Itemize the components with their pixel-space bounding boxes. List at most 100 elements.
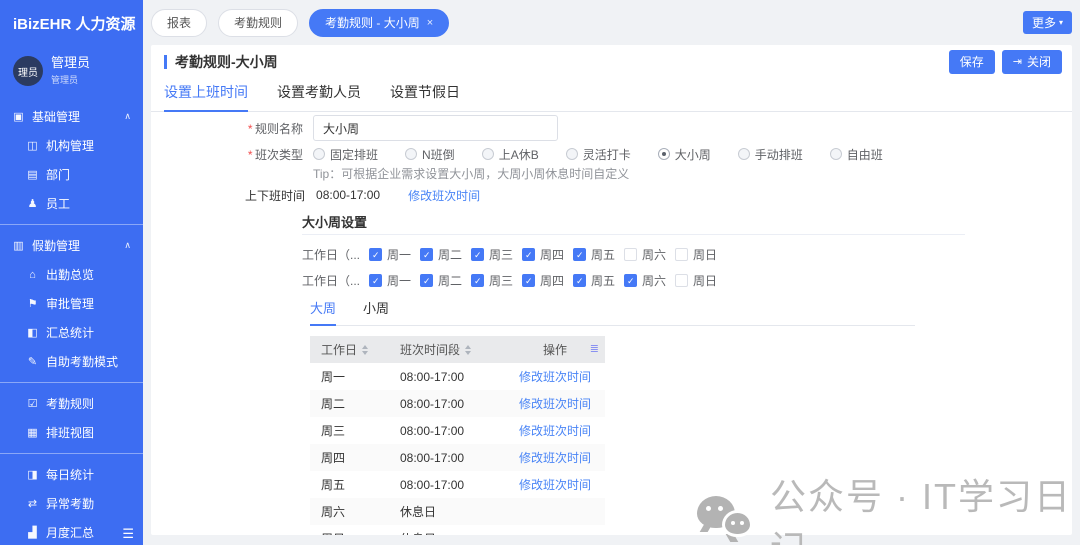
column-header-workday[interactable]: 工作日	[310, 341, 400, 358]
radio-work-a-rest-b[interactable]: 上A休B	[482, 146, 539, 163]
checkbox-sun[interactable]: 周日	[675, 272, 726, 289]
checkbox-sun[interactable]: 周日	[675, 246, 726, 263]
sidebar-item-employee[interactable]: ♟员工	[0, 189, 143, 218]
radio-flexible-punch[interactable]: 灵活打卡	[566, 146, 631, 163]
modify-shift-time-link[interactable]: 修改班次时间	[519, 370, 591, 384]
checkbox-label: 周一	[387, 246, 411, 263]
checkbox-icon	[522, 274, 535, 287]
sidebar-item-label: 异常考勤	[46, 495, 94, 512]
tab-small-week[interactable]: 小周	[363, 298, 389, 325]
bar-chart-icon: ▟	[26, 526, 39, 539]
checkbox-icon	[573, 248, 586, 261]
sidebar-item-daily-statistics[interactable]: ◨每日统计	[0, 460, 143, 489]
checkbox-thu[interactable]: 周四	[522, 272, 573, 289]
table-row-sun: 周日休息日	[310, 525, 605, 535]
close-button[interactable]: ⇥ 关闭	[1002, 50, 1062, 74]
tab-set-attendance-staff[interactable]: 设置考勤人员	[277, 82, 361, 111]
sidebar-item-attendance-overview[interactable]: ⌂出勤总览	[0, 260, 143, 289]
checkbox-tue[interactable]: 周二	[420, 272, 471, 289]
checkbox-label: 周二	[438, 246, 462, 263]
workday-row-label: 工作日（...	[302, 246, 360, 263]
column-header-shift-time-range[interactable]: 班次时间段	[400, 341, 515, 358]
sort-icon[interactable]	[362, 345, 368, 355]
checkbox-wed[interactable]: 周三	[471, 246, 522, 263]
modify-shift-time-link[interactable]: 修改班次时间	[408, 187, 480, 204]
checkbox-fri[interactable]: 周五	[573, 246, 624, 263]
checkbox-icon	[420, 248, 433, 261]
radio-icon	[405, 148, 417, 160]
more-button[interactable]: 更多 ▾	[1023, 11, 1072, 34]
radio-label: 灵活打卡	[583, 146, 631, 163]
modify-shift-time-link[interactable]: 修改班次时间	[519, 397, 591, 411]
sidebar-item-schedule-view[interactable]: ▦排班视图	[0, 418, 143, 447]
checkbox-icon	[675, 248, 688, 261]
table-row-tue: 周二08:00-17:00修改班次时间	[310, 390, 605, 417]
avatar[interactable]: 理员	[13, 56, 43, 86]
sidebar-group-basic-management[interactable]: ▣基础管理∧	[0, 102, 143, 131]
sidebar-item-attendance-rules[interactable]: ☑考勤规则	[0, 389, 143, 418]
modify-shift-time-link[interactable]: 修改班次时间	[519, 451, 591, 465]
cell-workday: 周二	[310, 395, 400, 412]
shift-type-options: 固定排班 N班倒 上A休B 灵活打卡 大小周 手动排班 自由班	[313, 146, 910, 163]
checkbox-mon[interactable]: 周一	[369, 272, 420, 289]
sidebar-item-label: 审批管理	[46, 295, 94, 312]
checkbox-thu[interactable]: 周四	[522, 246, 573, 263]
tab-big-week[interactable]: 大周	[310, 298, 336, 325]
radio-n-shift-rotation[interactable]: N班倒	[405, 146, 455, 163]
card-header: 考勤规则-大小周 保存 ⇥ 关闭	[151, 45, 1072, 78]
radio-free-shift[interactable]: 自由班	[830, 146, 883, 163]
checkbox-fri[interactable]: 周五	[573, 272, 624, 289]
menu-fold-icon[interactable]: ☰	[122, 526, 134, 542]
rule-name-row: *规则名称	[163, 115, 1060, 141]
table-body: 周一08:00-17:00修改班次时间周二08:00-17:00修改班次时间周三…	[310, 363, 605, 535]
radio-big-small-week[interactable]: 大小周	[658, 146, 711, 163]
sidebar-item-department[interactable]: ▤部门	[0, 160, 143, 189]
tab-set-holidays[interactable]: 设置节假日	[390, 82, 460, 111]
cell-action: 修改班次时间	[515, 422, 595, 439]
checkbox-sat[interactable]: 周六	[624, 272, 675, 289]
form-icon: ▥	[12, 239, 25, 252]
sidebar-item-approval-management[interactable]: ⚑ 审批管理	[0, 289, 143, 318]
save-button[interactable]: 保存	[949, 50, 995, 74]
checkbox-label: 周六	[642, 272, 666, 289]
checkbox-mon[interactable]: 周一	[369, 246, 420, 263]
user-profile[interactable]: 理员 管理员 管理员	[13, 56, 143, 86]
sidebar-group-label: 基础管理	[32, 108, 80, 125]
modify-shift-time-link[interactable]: 修改班次时间	[519, 478, 591, 492]
radio-label: 手动排班	[755, 146, 803, 163]
radio-manual-shift[interactable]: 手动排班	[738, 146, 803, 163]
sidebar-item-org-management[interactable]: ◫机构管理	[0, 131, 143, 160]
sidebar-item-self-attendance-mode[interactable]: ✎自助考勤模式	[0, 347, 143, 376]
sidebar-item-summary-statistics[interactable]: ◧汇总统计	[0, 318, 143, 347]
sidebar-item-abnormal-attendance[interactable]: ⇄异常考勤	[0, 489, 143, 518]
exit-icon: ⇥	[1013, 55, 1022, 68]
shift-type-tip: Tip：可根据企业需求设置大小周，大周小周休息时间自定义	[313, 165, 1060, 179]
radio-icon	[738, 148, 750, 160]
tag-icon: ⚑	[26, 297, 39, 310]
sidebar-item-label: 汇总统计	[46, 324, 94, 341]
checkbox-sat[interactable]: 周六	[624, 246, 675, 263]
sidebar-item-label: 部门	[46, 166, 70, 183]
more-button-label: 更多	[1032, 14, 1056, 31]
modify-shift-time-link[interactable]: 修改班次时间	[519, 424, 591, 438]
cell-shift-time: 08:00-17:00	[400, 451, 515, 465]
tab-report[interactable]: 报表	[151, 9, 207, 37]
close-icon[interactable]: ×	[427, 17, 433, 29]
radio-icon	[830, 148, 842, 160]
checkbox-wed[interactable]: 周三	[471, 272, 522, 289]
tab-attendance-rules-big-small-week[interactable]: 考勤规则 - 大小周×	[309, 9, 449, 37]
column-label: 操作	[543, 341, 567, 358]
home-icon: ⌂	[26, 269, 39, 281]
checkbox-tue[interactable]: 周二	[420, 246, 471, 263]
required-mark: *	[247, 148, 252, 162]
shift-type-label: *班次类型	[163, 146, 303, 163]
table-settings-icon[interactable]: ≣	[590, 342, 599, 355]
tab-attendance-rules[interactable]: 考勤规则	[218, 9, 298, 37]
radio-fixed-shift[interactable]: 固定排班	[313, 146, 378, 163]
tab-label: 报表	[167, 14, 191, 31]
sidebar-group-attendance-management[interactable]: ▥假勤管理∧	[0, 231, 143, 260]
checkbox-icon	[471, 248, 484, 261]
tab-set-work-time[interactable]: 设置上班时间	[164, 82, 248, 111]
rule-name-input[interactable]	[313, 115, 558, 141]
sort-icon[interactable]	[465, 345, 471, 355]
